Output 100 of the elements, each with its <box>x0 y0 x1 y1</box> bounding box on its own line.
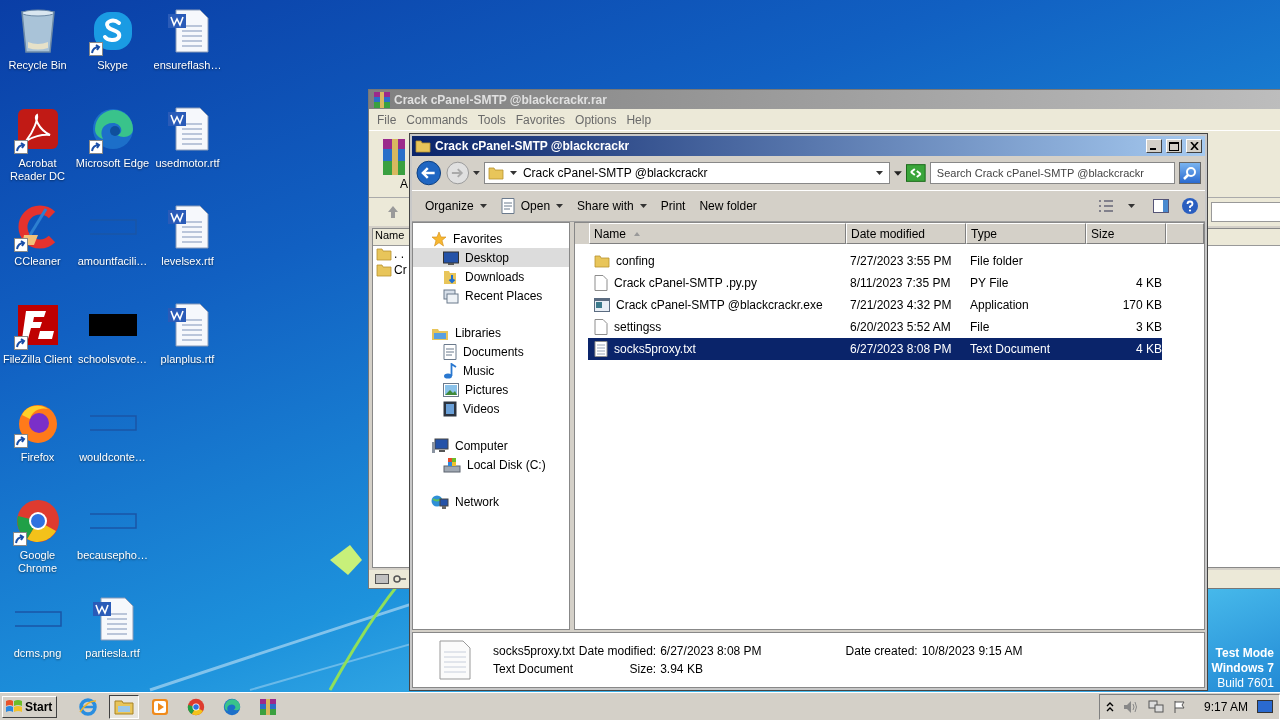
browser-logo-icon <box>14 498 61 544</box>
date-cell-text: 8/11/2023 7:35 PM <box>849 276 952 290</box>
flag-icon[interactable] <box>1172 699 1187 714</box>
key-icon <box>393 574 407 584</box>
nav-item[interactable]: Videos <box>413 399 569 418</box>
browser-logo-icon <box>223 697 242 716</box>
toolbar-button[interactable]: Open <box>493 195 571 217</box>
minimize-button[interactable] <box>1146 139 1162 153</box>
column-header[interactable]: Name <box>373 229 407 245</box>
menu-item[interactable]: Options <box>570 112 622 127</box>
desktop-shortcut[interactable]: Microsoft Edge <box>75 104 150 202</box>
close-button[interactable] <box>1186 139 1202 153</box>
menu-item[interactable]: File <box>372 112 402 127</box>
desktop-shortcut[interactable]: becausepho… <box>75 496 150 594</box>
folder-icon <box>487 165 504 181</box>
nav-item[interactable]: Pictures <box>413 380 569 399</box>
nav-item[interactable]: Music <box>413 361 569 380</box>
archive-books-icon <box>373 90 391 109</box>
nav-item[interactable]: Documents <box>413 342 569 361</box>
type-cell-text: PY File <box>969 276 1010 290</box>
desktop-shortcut[interactable]: Google Chrome <box>0 496 75 594</box>
nav-item[interactable]: Favorites <box>413 229 569 248</box>
archive-books-icon <box>259 697 278 716</box>
column-header[interactable]: Size <box>1086 223 1166 244</box>
detail-label: Date modified: <box>578 644 657 658</box>
detail-label: Size: <box>628 662 657 676</box>
toolbar-button[interactable]: Print <box>653 196 693 216</box>
file-row[interactable]: Crack cPanel-SMTP @blackcrackr.exe 7/21/2023 4:32 PM Application 170 KB <box>588 294 1162 316</box>
desktop-shortcut[interactable]: partiesla.rtf <box>75 594 150 692</box>
folder-icon <box>376 262 392 278</box>
address-bar[interactable]: Crack cPanel-SMTP @blackcrackr <box>483 162 891 184</box>
toolbar-button[interactable]: New folder <box>692 196 764 216</box>
desktop-shortcut[interactable]: dcms.png <box>0 594 75 692</box>
detail-value: 10/8/2023 9:15 AM <box>921 644 1023 658</box>
desktop-shortcut[interactable]: usedmotor.rtf <box>150 104 225 202</box>
file-row[interactable]: confing 7/27/2023 3:55 PM File folder <box>588 250 1162 272</box>
view-list-icon[interactable] <box>1098 199 1114 213</box>
nav-item[interactable]: Libraries <box>413 323 569 342</box>
nav-item[interactable]: Computer <box>413 436 569 455</box>
nav-item[interactable]: Network <box>413 492 569 511</box>
network-icon <box>431 493 449 510</box>
taskbar-app[interactable] <box>109 694 140 719</box>
toolbar-label: A <box>399 177 409 191</box>
watermark-text: Windows 7 <box>1211 661 1274 676</box>
clock[interactable]: 9:17 AM <box>1203 699 1248 714</box>
desktop-shortcut[interactable]: Recycle Bin <box>0 6 75 104</box>
search-field[interactable]: Search Crack cPanel-SMTP @blackcrackr <box>929 162 1176 184</box>
file-row[interactable]: settingss 6/20/2023 5:52 AM File 3 KB <box>588 316 1162 338</box>
file-icon <box>594 319 608 335</box>
list-item[interactable]: . . <box>394 247 404 261</box>
menu-item[interactable]: Tools <box>472 112 511 127</box>
desktop-shortcut[interactable]: ensureflash… <box>150 6 225 104</box>
thumbnail-icon <box>13 611 62 627</box>
ftp-logo-icon <box>15 303 60 347</box>
nav-item[interactable]: Desktop <box>413 248 569 267</box>
show-desktop-icon[interactable] <box>1257 699 1273 714</box>
folder-icon <box>594 253 610 269</box>
desktop-shortcut[interactable]: planplus.rtf <box>150 300 225 398</box>
desktop-shortcut[interactable]: wouldconte… <box>75 398 150 496</box>
refresh-icon[interactable] <box>906 164 926 182</box>
column-header[interactable]: Date modified <box>846 223 966 244</box>
column-header[interactable]: Type <box>966 223 1086 244</box>
view-caret-icon <box>1128 204 1135 208</box>
column-header[interactable]: Name <box>589 223 846 244</box>
desktop-shortcut[interactable]: CCleaner <box>0 202 75 300</box>
back-button-icon[interactable] <box>416 160 442 186</box>
desktop-shortcut[interactable]: Firefox <box>0 398 75 496</box>
search-button[interactable] <box>1179 162 1201 184</box>
desktop-shortcut[interactable]: Acrobat Reader DC <box>0 104 75 202</box>
history-caret-icon <box>473 171 480 175</box>
size-cell-text: 4 KB <box>1135 276 1162 290</box>
date-cell-text: 6/27/2023 8:08 PM <box>849 342 953 356</box>
date-cell-text: 7/27/2023 3:55 PM <box>849 254 953 268</box>
desktop-shortcut[interactable]: schoolsvote… <box>75 300 150 398</box>
nav-item[interactable]: Recent Places <box>413 286 569 305</box>
menu-item[interactable]: Help <box>621 112 657 127</box>
network-icon[interactable] <box>1147 699 1164 714</box>
toolbar-button[interactable]: Organize <box>418 196 494 216</box>
type-cell-text: File folder <box>969 254 1024 268</box>
maximize-button[interactable] <box>1166 139 1182 153</box>
help-icon[interactable] <box>1181 197 1199 215</box>
file-row[interactable]: Crack cPanel-SMTP .py.py 8/11/2023 7:35 PM PY File 4 KB <box>588 272 1162 294</box>
leaf-shape <box>330 545 362 575</box>
menu-item[interactable]: Favorites <box>510 112 571 127</box>
menu-item[interactable]: Commands <box>401 112 473 127</box>
nav-item[interactable]: Downloads <box>413 267 569 286</box>
desktop-shortcut[interactable]: levelsex.rtf <box>150 202 225 300</box>
type-cell-text: Application <box>969 298 1030 312</box>
desktop-shortcut[interactable]: amountfacili… <box>75 202 150 300</box>
desktop-shortcut[interactable]: Skype <box>75 6 150 104</box>
chevron-up-icon[interactable] <box>1105 701 1114 712</box>
preview-pane-icon[interactable] <box>1153 199 1169 213</box>
start-button[interactable]: Start <box>2 695 58 718</box>
file-row[interactable]: socks5proxy.txt 6/27/2023 8:08 PM Text Document 4 KB <box>588 338 1162 360</box>
toolbar-button[interactable]: Share with <box>570 196 654 216</box>
nav-item[interactable]: Local Disk (C:) <box>413 455 569 474</box>
list-item[interactable]: Cr <box>394 263 407 277</box>
caret-icon <box>876 171 884 175</box>
dropdown-caret-icon[interactable] <box>894 170 903 176</box>
desktop-shortcut[interactable]: FileZilla Client <box>0 300 75 398</box>
